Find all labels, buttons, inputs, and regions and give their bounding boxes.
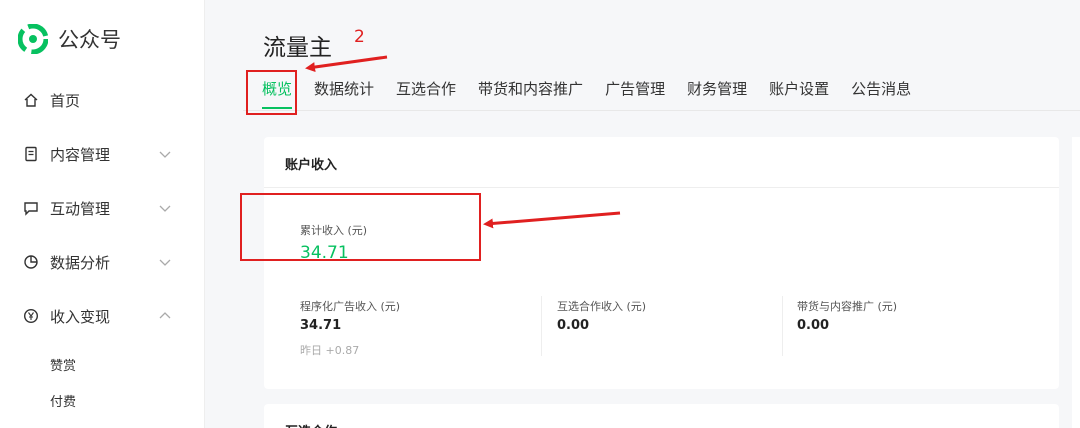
annotation-highlight-total [240,193,481,261]
sidebar-item-interaction[interactable]: 互动管理 [0,188,205,228]
annotation-highlight-tab [246,70,297,115]
mutual-cooperation-income-value: 0.00 [557,318,590,333]
goods-promotion-income-label: 带货与内容推广 (元) [797,300,898,313]
mutual-cooperation-card: 互选合作 [264,404,1059,428]
brand-logo[interactable]: 公众号 [18,24,121,54]
sidebar-item-content[interactable]: 内容管理 [0,134,205,174]
stat-divider [782,296,783,356]
card-title: 互选合作 [264,404,1059,428]
sidebar-item-analytics[interactable]: 数据分析 [0,242,205,282]
tab-mutual-cooperation[interactable]: 互选合作 [396,78,456,104]
tab-account-settings[interactable]: 账户设置 [769,78,829,104]
right-panel-edge [1072,137,1080,428]
income-card: 账户收入 [264,137,1059,389]
tab-goods-promotion[interactable]: 带货和内容推广 [478,78,583,104]
tab-finance[interactable]: 财务管理 [687,78,747,104]
page-title: 流量主 [263,35,332,61]
programmatic-ad-income-label: 程序化广告收入 (元) [300,300,401,313]
stat-divider [541,296,542,356]
tab-data-statistics[interactable]: 数据统计 [314,78,374,104]
tab-bar-divider [243,110,1080,111]
sidebar: 公众号 首页 内容管理 互动管理 数据分析 收入变现 赞赏 付费 [0,0,205,428]
programmatic-ad-income-value: 34.71 [300,318,342,333]
sidebar-item-label: 收入变现 [50,307,111,326]
sidebar-item-label: 内容管理 [50,145,111,164]
sidebar-subitem-appreciation[interactable]: 赞赏 [50,355,76,374]
pie-chart-icon [22,253,40,271]
home-icon [22,91,40,109]
chat-icon [22,199,40,217]
sidebar-item-label: 首页 [50,91,81,110]
tab-announcements[interactable]: 公告消息 [851,78,911,104]
sidebar-item-label: 互动管理 [50,199,111,218]
card-title: 账户收入 [264,137,1059,188]
mutual-cooperation-income-label: 互选合作收入 (元) [557,300,647,313]
yesterday-change: 昨日 +0.87 [300,344,360,357]
yen-icon [22,307,40,325]
chevron-down-icon[interactable] [158,147,172,161]
wechat-mp-logo-icon [18,24,48,54]
document-icon [22,145,40,163]
sidebar-item-label: 数据分析 [50,253,111,272]
annotation-step-number: 2 [354,27,365,47]
goods-promotion-income-value: 0.00 [797,318,830,333]
chevron-up-icon[interactable] [158,309,172,323]
tab-bar: 概览 数据统计 互选合作 带货和内容推广 广告管理 财务管理 账户设置 公告消息 [262,78,933,109]
sidebar-item-home[interactable]: 首页 [0,80,205,120]
chevron-down-icon[interactable] [158,255,172,269]
sidebar-subitem-paid[interactable]: 付费 [50,391,76,410]
chevron-down-icon[interactable] [158,201,172,215]
brand-name: 公众号 [58,28,121,52]
sidebar-item-monetization[interactable]: 收入变现 [0,296,205,336]
tab-ad-management[interactable]: 广告管理 [605,78,665,104]
